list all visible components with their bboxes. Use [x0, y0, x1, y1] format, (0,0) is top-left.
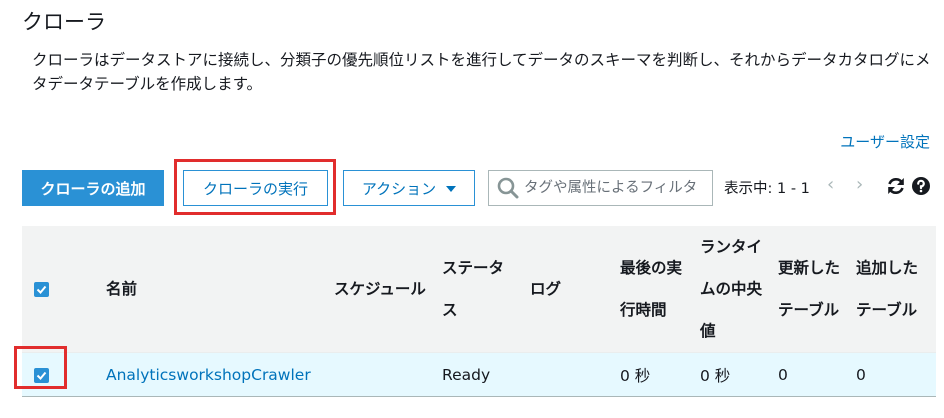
refresh-icon[interactable]	[886, 176, 906, 196]
tables-updated-cell: 0	[772, 352, 850, 397]
table-row[interactable]: AnalyticsworkshopCrawler Ready 0 秒 0 秒 0…	[22, 352, 936, 397]
column-header-tables-updated[interactable]: 更新したテーブル	[772, 226, 850, 353]
action-dropdown-button[interactable]: アクション	[343, 170, 475, 206]
action-dropdown-label: アクション	[361, 179, 437, 198]
user-settings-link[interactable]: ユーザー設定	[840, 131, 930, 152]
column-header-median-runtime[interactable]: ランタイムの中央値	[694, 226, 772, 353]
page-description: クローラはデータストアに接続し、分類子の優先順位リストを進行してデータのスキーマ…	[32, 51, 931, 93]
chevron-left-icon[interactable]: ‹	[827, 174, 834, 195]
select-all-checkbox[interactable]	[34, 282, 49, 297]
column-header-name[interactable]: 名前	[100, 226, 328, 353]
crawler-table: 名前 スケジュール ステータス ログ 最後の実行時間 ランタイムの中央値 更新し…	[22, 226, 936, 397]
crawler-name-cell: AnalyticsworkshopCrawler	[100, 352, 328, 397]
column-header-status[interactable]: ステータス	[436, 226, 524, 353]
log-cell	[524, 352, 614, 397]
row-select-cell	[22, 352, 100, 397]
caret-down-icon	[446, 186, 457, 192]
column-header-schedule[interactable]: スケジュール	[328, 226, 436, 353]
add-crawler-button[interactable]: クローラの追加	[22, 170, 164, 206]
checkbox-checked-icon	[36, 285, 47, 294]
checkbox-checked-icon	[36, 371, 47, 380]
toolbar: クローラの追加 クローラの実行 アクション 表示中: 1 - 1 ‹ ›	[22, 168, 936, 208]
search-box	[488, 170, 713, 206]
pagination-text: 表示中: 1 - 1	[724, 181, 810, 197]
table-header-row: 名前 スケジュール ステータス ログ 最後の実行時間 ランタイムの中央値 更新し…	[22, 226, 936, 353]
help-icon[interactable]	[911, 176, 931, 196]
crawler-name-link[interactable]: AnalyticsworkshopCrawler	[106, 366, 311, 384]
chevron-right-icon[interactable]: ›	[856, 174, 863, 195]
select-all-cell	[22, 226, 100, 353]
page-title: クローラ	[22, 10, 106, 34]
search-icon	[497, 177, 519, 199]
run-crawler-button[interactable]: クローラの実行	[183, 170, 328, 206]
schedule-cell	[328, 352, 436, 397]
tables-added-cell: 0	[850, 352, 936, 397]
median-runtime-cell: 0 秒	[694, 352, 772, 397]
status-cell: Ready	[436, 352, 524, 397]
row-checkbox[interactable]	[34, 367, 49, 383]
search-input[interactable]	[520, 172, 712, 204]
column-header-tables-added[interactable]: 追加したテーブル	[850, 226, 936, 353]
last-runtime-cell: 0 秒	[614, 352, 694, 397]
column-header-log[interactable]: ログ	[524, 226, 614, 353]
column-header-last-runtime[interactable]: 最後の実行時間	[614, 226, 694, 353]
